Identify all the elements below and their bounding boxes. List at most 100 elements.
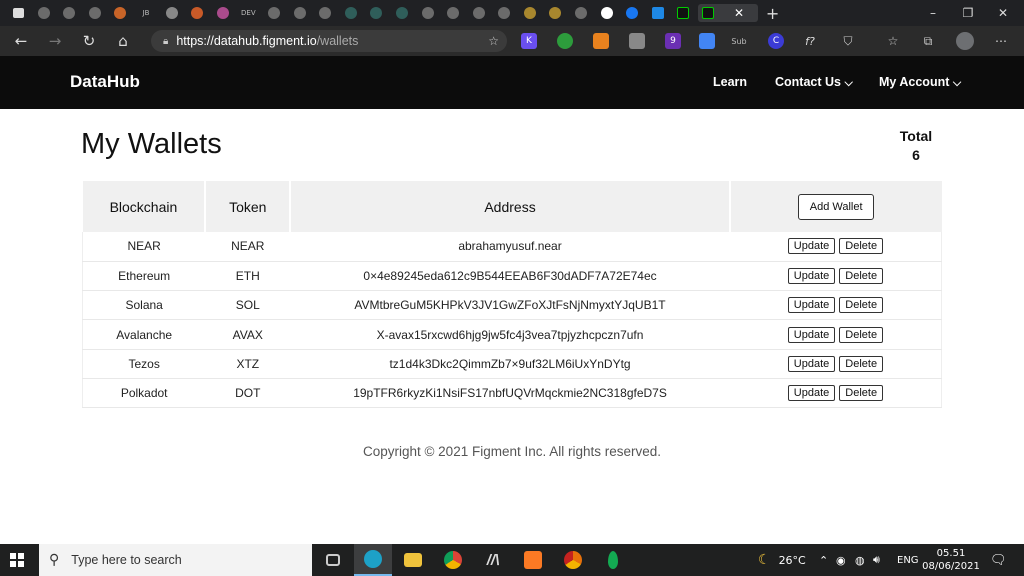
cell-token: DOT: [205, 378, 291, 409]
c-extension-icon[interactable]: C: [768, 33, 784, 49]
tab-shield-icon[interactable]: [340, 4, 362, 22]
sub-extension-icon[interactable]: Sub: [731, 33, 747, 49]
tab-chart-icon[interactable]: [519, 4, 541, 22]
weather-widget[interactable]: ☾ 26°C: [758, 544, 806, 576]
delete-button[interactable]: Delete: [839, 238, 884, 255]
tab-github-icon[interactable]: [33, 4, 55, 22]
tab-github-icon[interactable]: [417, 4, 439, 22]
formula-extension-icon[interactable]: f?: [802, 33, 818, 49]
close-window-icon[interactable]: ✕: [988, 0, 1018, 26]
collections-icon[interactable]: ⧉: [920, 33, 936, 49]
shield-extension-icon[interactable]: ⛉: [840, 33, 856, 49]
back-icon[interactable]: ←: [4, 26, 38, 56]
refresh-icon[interactable]: ↻: [72, 26, 106, 56]
address-bar[interactable]: 🔒︎ https://datahub.figment.io/wallets ☆: [151, 30, 507, 52]
k-extension-icon[interactable]: K: [521, 33, 537, 49]
update-button[interactable]: Update: [787, 267, 836, 284]
tab-terminal-icon[interactable]: [672, 4, 694, 22]
clock-date: 08/06/2021: [922, 561, 980, 572]
new-tab-icon[interactable]: +: [762, 4, 784, 23]
network-icon[interactable]: ◍: [855, 544, 865, 576]
mail-extension-icon[interactable]: [629, 33, 645, 49]
datahub-logo[interactable]: DataHub: [70, 72, 140, 92]
delete-button[interactable]: Delete: [839, 267, 884, 284]
translate-icon[interactable]: [699, 33, 715, 49]
nav-contact-us[interactable]: Contact Us ⌵: [775, 75, 853, 90]
update-button[interactable]: Update: [787, 326, 836, 343]
home-icon[interactable]: ⌂: [106, 26, 140, 56]
tab-app-icon[interactable]: [109, 4, 131, 22]
chrome-icon[interactable]: [434, 544, 472, 576]
xampp-icon[interactable]: [514, 544, 552, 576]
globe-extension-icon[interactable]: [557, 33, 573, 49]
minimize-icon[interactable]: –: [918, 0, 948, 26]
tab-dev-icon[interactable]: DEV: [237, 4, 259, 22]
tab-github-icon[interactable]: [289, 4, 311, 22]
delete-button[interactable]: Delete: [839, 385, 884, 402]
forward-icon[interactable]: →: [38, 26, 72, 56]
tab-shield-icon[interactable]: [391, 4, 413, 22]
tab-shield-icon[interactable]: [365, 4, 387, 22]
tab-google-icon[interactable]: [161, 4, 183, 22]
table-row: Ethereum ETH 0×4e89245eda612c9B544EEAB6F…: [82, 261, 942, 292]
task-view-icon[interactable]: [314, 544, 352, 576]
taskbar-clock[interactable]: 05.51 08/06/2021: [920, 547, 982, 573]
restore-icon[interactable]: ❐: [953, 0, 983, 26]
purple-extension-icon[interactable]: 9: [665, 33, 681, 49]
delete-button[interactable]: Delete: [839, 326, 884, 343]
tab-github-icon[interactable]: [58, 4, 80, 22]
add-wallet-button[interactable]: Add Wallet: [798, 193, 875, 220]
metamask-icon[interactable]: [593, 33, 609, 49]
profile-avatar[interactable]: [956, 32, 974, 50]
mongodb-compass-icon[interactable]: [594, 544, 632, 576]
windows-start-icon[interactable]: [10, 553, 24, 567]
tab-jetbrains-icon[interactable]: JB: [135, 4, 157, 22]
nav-learn[interactable]: Learn: [713, 75, 747, 89]
tab-github-icon[interactable]: [263, 4, 285, 22]
cell-blockchain: Avalanche: [82, 319, 206, 350]
total-label: Total: [899, 128, 933, 144]
tab-github-icon[interactable]: [596, 4, 618, 22]
nav-my-account[interactable]: My Account ⌵: [879, 75, 961, 90]
tab-facebook-icon[interactable]: [621, 4, 643, 22]
tab-github-icon[interactable]: [442, 4, 464, 22]
update-button[interactable]: Update: [787, 297, 836, 314]
close-tab-icon[interactable]: ✕: [734, 6, 744, 20]
total-value: 6: [912, 147, 920, 163]
ia-app-icon[interactable]: //\: [474, 544, 512, 576]
tab-github-icon[interactable]: [570, 4, 592, 22]
update-button[interactable]: Update: [787, 385, 836, 402]
cell-token: AVAX: [205, 319, 291, 350]
table-row: Avalanche AVAX X-avax15rxcwd6hjg9jw5fc4j…: [82, 319, 942, 350]
favorites-icon[interactable]: ☆: [885, 33, 901, 49]
more-menu-icon[interactable]: ⋯: [993, 33, 1009, 49]
nav-account-label: My Account: [879, 75, 950, 89]
tab-github-icon[interactable]: [314, 4, 336, 22]
language-indicator[interactable]: ENG: [897, 544, 919, 576]
edge-icon[interactable]: [354, 544, 392, 576]
tab-vscode-icon[interactable]: [647, 4, 669, 22]
volume-icon[interactable]: 🔊︎: [873, 544, 880, 576]
tab-github-icon[interactable]: [84, 4, 106, 22]
tab-app-icon[interactable]: [212, 4, 234, 22]
tab-chart-icon[interactable]: [544, 4, 566, 22]
file-explorer-icon[interactable]: [394, 544, 432, 576]
tray-chevron-up-icon[interactable]: ⌃: [819, 544, 828, 576]
notifications-icon[interactable]: 🗨︎: [990, 544, 1007, 576]
update-button[interactable]: Update: [787, 355, 836, 372]
tab-github-icon[interactable]: [493, 4, 515, 22]
chrome-canary-icon[interactable]: [554, 544, 592, 576]
delete-button[interactable]: Delete: [839, 355, 884, 372]
cell-token: ETH: [205, 261, 291, 292]
tab-actions-icon[interactable]: [7, 4, 29, 22]
favorite-star-icon[interactable]: ☆: [488, 34, 499, 48]
table-header-row: Blockchain Token Address Add Wallet: [82, 181, 942, 232]
tray-app-icon[interactable]: ◉: [836, 544, 846, 576]
delete-button[interactable]: Delete: [839, 297, 884, 314]
column-header-token: Token: [205, 181, 292, 232]
tab-github-icon[interactable]: [468, 4, 490, 22]
taskbar-search-box[interactable]: ⚲ Type here to search: [39, 544, 312, 576]
tab-gitlab-icon[interactable]: [186, 4, 208, 22]
update-button[interactable]: Update: [787, 238, 836, 255]
tab-active[interactable]: ✕: [698, 4, 759, 22]
